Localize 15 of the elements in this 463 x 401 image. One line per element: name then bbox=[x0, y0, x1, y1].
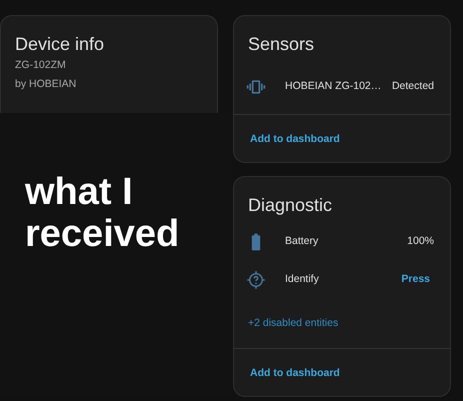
entity-state: Detected bbox=[392, 79, 434, 94]
add-to-dashboard-link[interactable]: Add to dashboard bbox=[250, 367, 340, 379]
entity-name: Identify bbox=[285, 272, 320, 288]
crosshair-question-icon bbox=[246, 270, 266, 290]
annotation-text: what I received bbox=[25, 171, 180, 255]
entity-state: 100% bbox=[407, 234, 434, 250]
manufacturer-text: by HOBEIAN bbox=[15, 77, 78, 92]
card-title: Device info bbox=[15, 33, 106, 56]
press-button[interactable]: Press bbox=[397, 272, 434, 288]
card-title: Sensors bbox=[248, 33, 316, 56]
add-to-dashboard-link[interactable]: Add to dashboard bbox=[250, 133, 340, 145]
model-text: ZG-102ZM bbox=[15, 58, 67, 73]
entity-name: HOBEIAN ZG-102… bbox=[285, 79, 382, 94]
card-title: Diagnostic bbox=[248, 194, 334, 217]
entity-name: Battery bbox=[285, 234, 320, 250]
